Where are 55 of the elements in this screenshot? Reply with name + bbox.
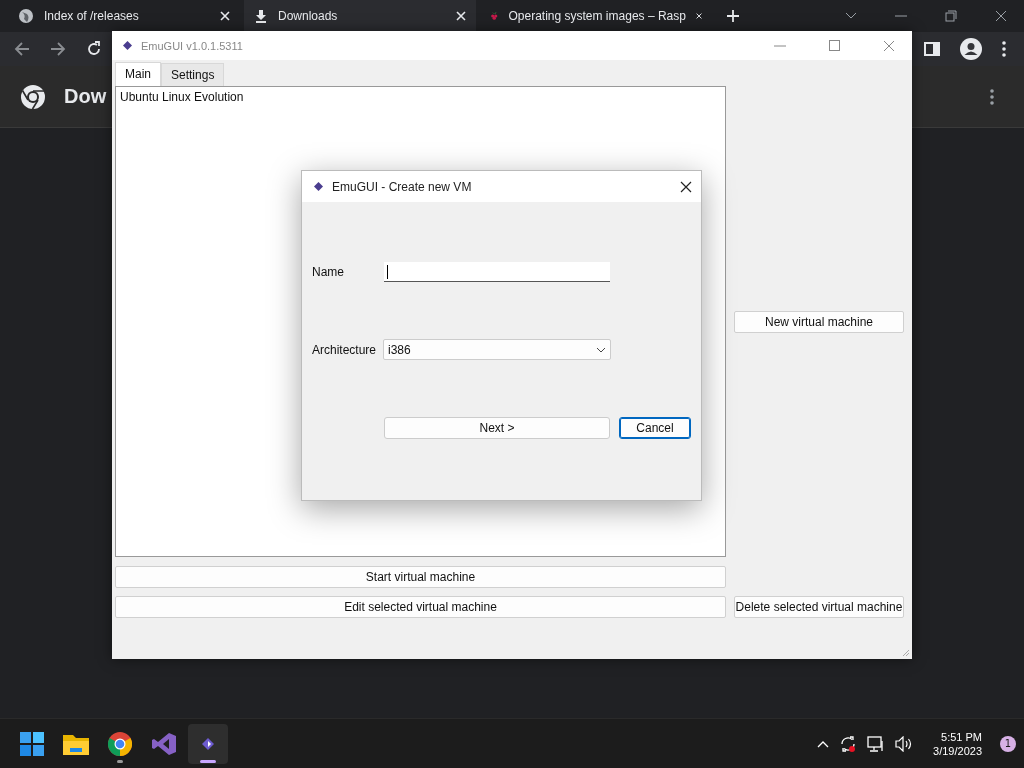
reload-icon[interactable] xyxy=(86,41,102,57)
globe-icon xyxy=(18,8,34,24)
architecture-dropdown[interactable]: i386 xyxy=(383,339,611,360)
caret-icon xyxy=(596,346,606,353)
delete-vm-button[interactable]: Delete selected virtual machine xyxy=(734,596,904,618)
chrome-logo-icon xyxy=(20,83,46,110)
forward-icon[interactable] xyxy=(50,41,66,57)
time-text: 5:51 PM xyxy=(941,730,982,743)
side-panel-icon[interactable] xyxy=(924,41,940,57)
chevron-up-icon[interactable] xyxy=(817,739,830,748)
taskbar-app[interactable] xyxy=(188,723,228,764)
new-vm-button[interactable]: New virtual machine xyxy=(734,311,904,333)
back-icon[interactable] xyxy=(14,41,30,57)
menu-icon[interactable] xyxy=(1002,41,1006,57)
close-icon[interactable] xyxy=(695,11,702,21)
app-icon xyxy=(123,41,132,50)
tab[interactable]: Settings xyxy=(161,63,225,86)
dialog-button[interactable]: Next > xyxy=(384,417,610,439)
vm-list-item[interactable]: Ubuntu Linux Evolution xyxy=(120,90,721,104)
start-icon xyxy=(20,731,44,756)
browser-icon xyxy=(108,731,132,756)
dialog-title: EmuGUI - Create new VM xyxy=(332,179,472,194)
download-icon xyxy=(254,9,268,23)
more-icon[interactable] xyxy=(990,88,994,105)
sync-icon[interactable] xyxy=(839,734,858,753)
volume-icon[interactable] xyxy=(895,735,914,752)
tab-title: Operating system images – Rasp xyxy=(508,9,686,23)
close-icon[interactable] xyxy=(995,10,1007,22)
app-icon xyxy=(202,737,214,750)
browser-tab[interactable]: Downloads xyxy=(244,0,476,32)
name-field[interactable] xyxy=(384,262,610,282)
notification-badge[interactable]: 1 xyxy=(1000,735,1016,752)
app-icon xyxy=(152,731,176,756)
field-label: Name xyxy=(312,265,345,279)
maximize-icon[interactable] xyxy=(829,40,840,51)
network-icon[interactable] xyxy=(867,735,886,752)
close-icon[interactable] xyxy=(680,180,692,193)
tab[interactable]: Main xyxy=(115,62,161,86)
profile-icon[interactable] xyxy=(960,38,982,60)
new-tab-icon[interactable] xyxy=(726,9,740,23)
tab-title: Index of /releases xyxy=(44,9,140,23)
restore-icon[interactable] xyxy=(945,10,957,22)
tab-title: Downloads xyxy=(278,9,339,23)
dialog-button[interactable]: Cancel xyxy=(619,417,691,439)
clock[interactable]: 5:51 PM 3/19/2023 xyxy=(933,730,982,757)
folder-icon xyxy=(63,732,89,755)
page-heading: Dow xyxy=(64,85,107,108)
app-icon xyxy=(314,182,323,191)
field-label: Architecture xyxy=(312,342,378,357)
date-text: 3/19/2023 xyxy=(933,744,982,757)
resize-grip-icon[interactable] xyxy=(902,649,910,657)
window-title: EmuGUI v1.0.1.5311 xyxy=(141,39,243,52)
start-vm-button[interactable]: Start virtual machine xyxy=(115,566,726,588)
chevron-down-icon[interactable] xyxy=(845,12,857,20)
edit-vm-button[interactable]: Edit selected virtual machine xyxy=(115,596,726,618)
